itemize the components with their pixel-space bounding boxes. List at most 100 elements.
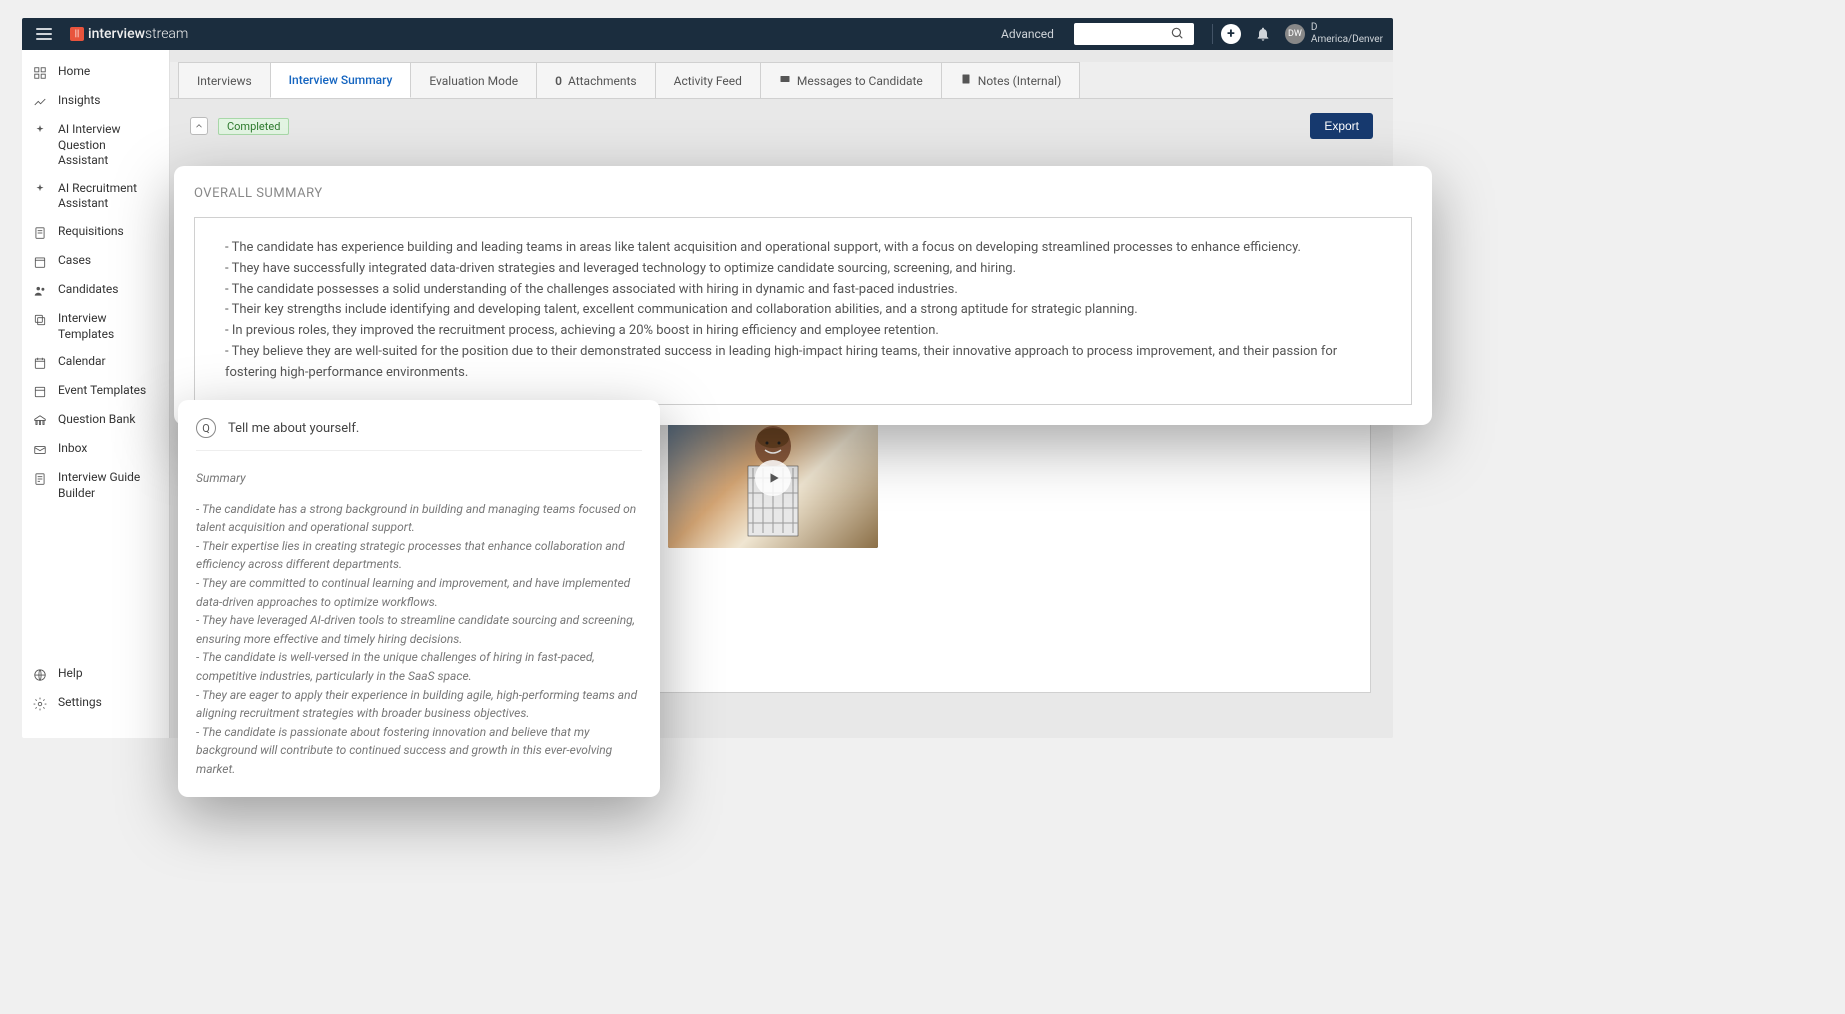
question-point: - The candidate has a strong background … [196, 500, 642, 537]
sparkle-icon [32, 123, 48, 139]
brand-icon: || [70, 27, 84, 41]
tab-label: Notes (Internal) [978, 74, 1061, 88]
sidebar-item-inbox[interactable]: Inbox [22, 435, 169, 464]
add-button[interactable]: + [1221, 24, 1241, 44]
dashboard-icon [32, 65, 48, 81]
sparkle-icon [32, 182, 48, 198]
sidebar-item-insights[interactable]: Insights [22, 87, 169, 116]
summary-point: - The candidate possesses a solid unders… [225, 280, 1381, 301]
tab-label: Activity Feed [674, 74, 742, 88]
question-summary-card: Q Tell me about yourself. Summary - The … [178, 400, 660, 797]
sidebar-item-question-bank[interactable]: Question Bank [22, 406, 169, 435]
tab-interview-summary[interactable]: Interview Summary [270, 62, 412, 98]
sidebar-item-label: Home [58, 64, 90, 80]
advanced-link[interactable]: Advanced [1001, 27, 1054, 41]
sidebar-item-home[interactable]: Home [22, 58, 169, 87]
chart-icon [32, 94, 48, 110]
question-point: - The candidate is passionate about fost… [196, 723, 642, 779]
user-timezone: America/Denver [1311, 34, 1383, 46]
message-icon [779, 73, 791, 88]
sidebar-item-label: Question Bank [58, 412, 135, 428]
summary-point: - The candidate has experience building … [225, 238, 1381, 259]
sidebar-item-guide-builder[interactable]: Interview Guide Builder [22, 464, 169, 507]
inbox-icon [32, 442, 48, 458]
sidebar-item-event-templates[interactable]: Event Templates [22, 377, 169, 406]
sidebar-item-label: Calendar [58, 354, 106, 370]
tab-messages[interactable]: Messages to Candidate [760, 62, 942, 98]
user-letter: D [1311, 22, 1383, 34]
tab-activity-feed[interactable]: Activity Feed [655, 62, 761, 98]
search-box[interactable] [1074, 23, 1194, 45]
menu-icon[interactable] [32, 28, 56, 40]
export-button[interactable]: Export [1310, 113, 1373, 139]
summary-point: - They believe they are well-suited for … [225, 342, 1381, 384]
bank-icon [32, 413, 48, 429]
brand-prefix: interview [88, 26, 145, 42]
sidebar-item-settings[interactable]: Settings [22, 689, 169, 718]
tab-label: Interviews [197, 74, 252, 88]
sidebar-item-label: Candidates [58, 282, 118, 298]
overall-summary-body: - The candidate has experience building … [194, 217, 1412, 405]
status-badge: Completed [218, 118, 289, 135]
video-thumbnail[interactable] [668, 408, 878, 548]
play-button[interactable] [755, 460, 791, 496]
sidebar-item-candidates[interactable]: Candidates [22, 276, 169, 305]
tab-label: Interview Summary [289, 73, 393, 87]
tab-interviews[interactable]: Interviews [178, 62, 271, 98]
gear-icon [32, 696, 48, 712]
sidebar-item-label: Cases [58, 253, 91, 269]
sidebar-item-label: Interview Templates [58, 311, 159, 342]
sidebar-item-ai-question[interactable]: AI Interview Question Assistant [22, 116, 169, 175]
user-info: D America/Denver [1311, 22, 1383, 46]
summary-point: - In previous roles, they improved the r… [225, 321, 1381, 342]
question-point: - The candidate is well-versed in the un… [196, 648, 642, 685]
tab-attachments[interactable]: 0Attachments [536, 62, 656, 98]
sidebar-item-label: Help [58, 666, 83, 682]
template-icon [32, 384, 48, 400]
tab-notes[interactable]: Notes (Internal) [941, 62, 1080, 98]
question-point: - They are eager to apply their experien… [196, 686, 642, 723]
summary-header: Completed Export [170, 99, 1393, 153]
summary-point: - Their key strengths include identifyin… [225, 300, 1381, 321]
question-point: - They are committed to continual learni… [196, 574, 642, 611]
calendar-icon [32, 254, 48, 270]
sidebar-item-ai-recruitment[interactable]: AI Recruitment Assistant [22, 175, 169, 218]
question-title: Tell me about yourself. [228, 421, 359, 436]
overall-summary-title: OVERALL SUMMARY [194, 186, 1412, 201]
sidebar-item-label: Insights [58, 93, 100, 109]
sidebar-item-label: Inbox [58, 441, 87, 457]
topbar: || interviewstream Advanced + DW D Ameri… [22, 18, 1393, 50]
tab-count: 0 [555, 74, 562, 88]
sidebar-item-label: Requisitions [58, 224, 124, 240]
summary-label: Summary [196, 469, 642, 488]
tab-label: Messages to Candidate [797, 74, 923, 88]
globe-icon [32, 667, 48, 683]
sidebar-item-label: AI Recruitment Assistant [58, 181, 159, 212]
sidebar-item-interview-templates[interactable]: Interview Templates [22, 305, 169, 348]
question-point: - They have leveraged AI-driven tools to… [196, 611, 642, 648]
search-input[interactable] [1080, 27, 1170, 41]
document-icon [32, 225, 48, 241]
sidebar-item-label: Interview Guide Builder [58, 470, 159, 501]
question-header: Q Tell me about yourself. [196, 418, 642, 451]
question-summary-body: Summary - The candidate has a strong bac… [196, 451, 642, 779]
brand-logo[interactable]: || interviewstream [70, 26, 188, 42]
notifications-icon[interactable] [1255, 26, 1271, 42]
user-avatar[interactable]: DW [1285, 24, 1305, 44]
sidebar-item-requisitions[interactable]: Requisitions [22, 218, 169, 247]
tab-evaluation-mode[interactable]: Evaluation Mode [410, 62, 537, 98]
overall-summary-card: OVERALL SUMMARY - The candidate has expe… [174, 166, 1432, 425]
tab-label: Evaluation Mode [429, 74, 518, 88]
summary-point: - They have successfully integrated data… [225, 259, 1381, 280]
question-badge: Q [196, 418, 216, 438]
sidebar-item-calendar[interactable]: Calendar [22, 348, 169, 377]
tabs: Interviews Interview Summary Evaluation … [170, 62, 1393, 99]
search-icon[interactable] [1170, 25, 1184, 44]
sidebar-item-help[interactable]: Help [22, 660, 169, 689]
sidebar-item-cases[interactable]: Cases [22, 247, 169, 276]
brand-suffix: stream [145, 26, 188, 42]
collapse-toggle[interactable] [190, 117, 208, 135]
calendar-icon [32, 355, 48, 371]
sidebar: Home Insights AI Interview Question Assi… [22, 50, 170, 738]
sidebar-item-label: Settings [58, 695, 102, 711]
